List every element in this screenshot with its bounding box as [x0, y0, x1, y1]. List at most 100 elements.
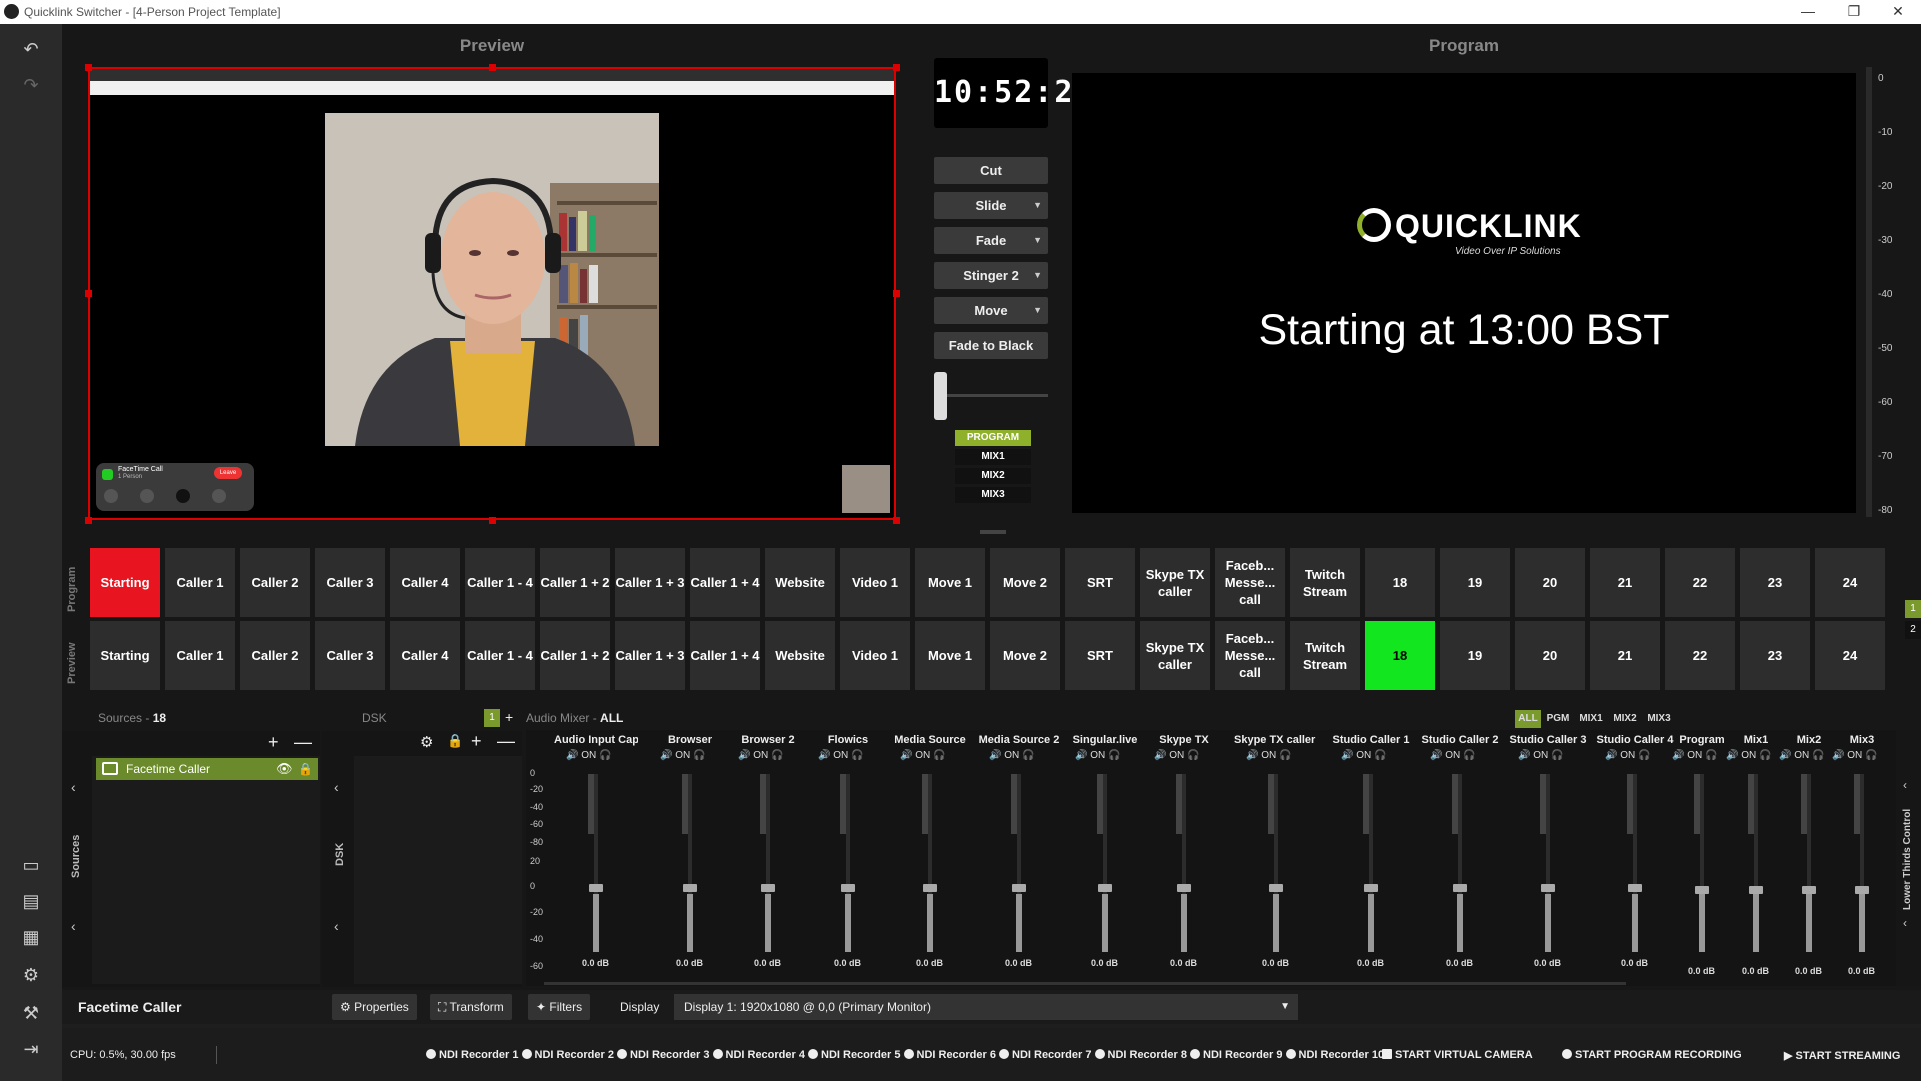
program-scene-button[interactable]: Video 1 [840, 548, 910, 617]
preview-scene-button[interactable]: Caller 3 [315, 621, 385, 690]
transition-button-move[interactable]: Move ▼ [934, 297, 1048, 324]
dsk-remove-icon[interactable]: — [497, 731, 515, 752]
start-streaming-button[interactable]: ▶ START STREAMING [1784, 1049, 1900, 1062]
sources-collapse-icon[interactable]: ‹ [71, 779, 76, 795]
tools-icon[interactable]: ⚒ [16, 998, 46, 1028]
program-scene-button[interactable]: SRT [1065, 548, 1135, 617]
on-toggle[interactable]: ON [675, 750, 690, 761]
program-scene-button[interactable]: Caller 3 [315, 548, 385, 617]
display-select[interactable]: Display 1: 1920x1080 @ 0,0 (Primary Moni… [674, 994, 1298, 1020]
restore-button[interactable]: ❐ [1831, 0, 1877, 24]
on-toggle[interactable]: ON [581, 750, 596, 761]
headphones-icon[interactable]: 🎧 [1862, 750, 1877, 761]
filters-button[interactable]: ✦ Filters [528, 994, 591, 1020]
ndi-recorder-button[interactable]: NDI Recorder 1 [426, 1049, 518, 1061]
volume-fader[interactable] [1098, 884, 1112, 892]
transition-button-cut[interactable]: Cut [934, 157, 1048, 184]
volume-fader[interactable] [1177, 884, 1191, 892]
speaker-icon[interactable]: 🔊 [566, 750, 581, 761]
program-scene-button[interactable]: Caller 1 + 4 [690, 548, 760, 617]
program-scene-button[interactable]: Caller 2 [240, 548, 310, 617]
dsk-page-badge[interactable]: 1 [484, 709, 500, 727]
on-toggle[interactable]: ON [1356, 750, 1371, 761]
mix-target-mix1[interactable]: MIX1 [955, 449, 1031, 465]
headphones-icon[interactable]: 🎧 [1702, 750, 1717, 761]
preview-scene-button[interactable]: 21 [1590, 621, 1660, 690]
ndi-recorder-button[interactable]: NDI Recorder 2 [521, 1049, 614, 1061]
mix-target-program[interactable]: PROGRAM [955, 430, 1031, 446]
resize-handle[interactable] [489, 64, 496, 71]
program-scene-button[interactable]: 18 [1365, 548, 1435, 617]
preview-scene-button[interactable]: Move 2 [990, 621, 1060, 690]
lower-thirds-expand-icon[interactable]: ‹ [1903, 916, 1907, 930]
speaker-icon[interactable]: 🔊 [900, 750, 915, 761]
speaker-icon[interactable]: 🔊 [660, 750, 675, 761]
preview-scene-button[interactable]: SRT [1065, 621, 1135, 690]
program-scene-button[interactable]: Website [765, 548, 835, 617]
ndi-recorder-button[interactable]: NDI Recorder 7 [999, 1049, 1091, 1061]
on-toggle[interactable]: ON [833, 750, 848, 761]
dsk-expand-icon[interactable]: ‹ [334, 918, 339, 934]
headphones-icon[interactable]: 🎧 [1019, 750, 1034, 761]
source-item[interactable]: Facetime Caller 👁 🔒 [96, 758, 318, 780]
ndi-recorder-button[interactable]: NDI Recorder 6 [903, 1049, 996, 1061]
speaker-icon[interactable]: 🔊 [1518, 750, 1533, 761]
speaker-icon[interactable]: 🔊 [738, 750, 753, 761]
facetime-mic-icon[interactable] [140, 489, 154, 503]
on-toggle[interactable]: ON [1687, 750, 1702, 761]
speaker-icon[interactable]: 🔊 [1779, 750, 1794, 761]
facetime-leave-button[interactable]: Leave [214, 467, 242, 479]
preview-scene-button[interactable]: 18 [1365, 621, 1435, 690]
ndi-recorder-button[interactable]: NDI Recorder 10 [1285, 1049, 1384, 1061]
resize-handle[interactable] [893, 64, 900, 71]
headphones-icon[interactable]: 🎧 [1276, 750, 1291, 761]
volume-fader[interactable] [1802, 886, 1816, 894]
audio-tab-pgm[interactable]: PGM [1543, 710, 1573, 728]
remove-source-icon[interactable]: — [294, 732, 312, 753]
preview-scene-button[interactable]: 19 [1440, 621, 1510, 690]
speaker-icon[interactable]: 🔊 [818, 750, 833, 761]
volume-fader[interactable] [1628, 884, 1642, 892]
preview-scene-button[interactable]: 20 [1515, 621, 1585, 690]
audio-tab-mix1[interactable]: MIX1 [1575, 710, 1607, 728]
sources-expand-icon[interactable]: ‹ [71, 918, 76, 934]
ndi-recorder-button[interactable]: NDI Recorder 8 [1094, 1049, 1187, 1061]
on-toggle[interactable]: ON [1445, 750, 1460, 761]
scene-page-2[interactable]: 2 [1905, 621, 1921, 639]
volume-fader[interactable] [1695, 886, 1709, 894]
preview-scene-button[interactable]: Faceb... Messe... call [1215, 621, 1285, 690]
facetime-camera-icon[interactable] [176, 489, 190, 503]
audio-tab-mix3[interactable]: MIX3 [1643, 710, 1675, 728]
dsk-add-page-icon[interactable]: + [505, 709, 513, 725]
t-bar-slider[interactable] [934, 372, 947, 420]
volume-fader[interactable] [1541, 884, 1555, 892]
start-program-recording-button[interactable]: START PROGRAM RECORDING [1562, 1049, 1742, 1061]
transition-button-stinger-2[interactable]: Stinger 2 ▼ [934, 262, 1048, 289]
preview-scene-button[interactable]: Starting [90, 621, 160, 690]
dsk-lock-icon[interactable]: 🔒 [447, 733, 463, 749]
program-scene-button[interactable]: 20 [1515, 548, 1585, 617]
on-toggle[interactable]: ON [1261, 750, 1276, 761]
settings-gear-icon[interactable]: ⚙ [16, 960, 46, 990]
speaker-icon[interactable]: 🔊 [1430, 750, 1445, 761]
preview-monitor[interactable]: FaceTime Call 1 Person Leave [88, 67, 896, 520]
headphones-icon[interactable]: 🎧 [1105, 750, 1120, 761]
dsk-settings-icon[interactable]: ⚙ [420, 733, 433, 751]
headphones-icon[interactable]: 🎧 [1371, 750, 1386, 761]
on-toggle[interactable]: ON [1741, 750, 1756, 761]
preview-scene-button[interactable]: 22 [1665, 621, 1735, 690]
speaker-icon[interactable]: 🔊 [1672, 750, 1687, 761]
headphones-icon[interactable]: 🎧 [1809, 750, 1824, 761]
program-scene-button[interactable]: Starting [90, 548, 160, 617]
preview-scene-button[interactable]: Caller 1 [165, 621, 235, 690]
chevron-down-icon[interactable]: ▼ [1033, 192, 1042, 219]
on-toggle[interactable]: ON [1794, 750, 1809, 761]
speaker-icon[interactable]: 🔊 [1075, 750, 1090, 761]
headphones-icon[interactable]: 🎧 [1460, 750, 1475, 761]
headphones-icon[interactable]: 🎧 [1548, 750, 1563, 761]
resize-handle[interactable] [85, 517, 92, 524]
resize-handle[interactable] [489, 517, 496, 524]
preview-scene-button[interactable]: Caller 1 + 2 [540, 621, 610, 690]
preview-scene-button[interactable]: Website [765, 621, 835, 690]
dsk-add-icon[interactable]: + [471, 731, 482, 752]
